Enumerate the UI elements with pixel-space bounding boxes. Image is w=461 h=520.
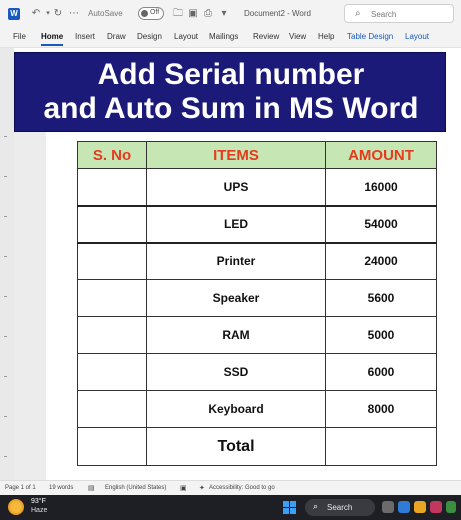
tab-mailings[interactable]: Mailings xyxy=(209,32,238,41)
serial-cell[interactable] xyxy=(77,168,147,206)
tab-table-design[interactable]: Table Design xyxy=(347,32,393,41)
tab-help[interactable]: Help xyxy=(318,32,334,41)
weather-description[interactable]: Haze xyxy=(31,507,47,514)
item-cell[interactable]: RAM xyxy=(146,316,326,354)
tab-design[interactable]: Design xyxy=(137,32,162,41)
autosave-state: Off xyxy=(150,9,160,16)
file-explorer-icon[interactable] xyxy=(414,501,426,513)
document-title: Document2 - Word xyxy=(244,9,311,18)
item-cell[interactable]: Printer xyxy=(146,241,326,280)
title-banner: Add Serial number and Auto Sum in MS Wor… xyxy=(14,52,446,132)
autosave-toggle[interactable]: Off xyxy=(138,7,164,20)
text-predictions-icon[interactable]: ▣ xyxy=(180,484,187,492)
table-row: Keyboard 8000 xyxy=(77,390,437,428)
serial-cell[interactable] xyxy=(77,316,147,354)
item-cell[interactable]: Speaker xyxy=(146,279,326,317)
table-row: Printer 24000 xyxy=(77,241,437,280)
serial-cell[interactable] xyxy=(77,279,147,317)
word-count[interactable]: 19 words xyxy=(49,485,73,491)
search-icon: ⌕ xyxy=(313,501,319,511)
table-row: LED 54000 xyxy=(77,204,437,243)
serial-cell[interactable] xyxy=(77,390,147,428)
serial-cell[interactable] xyxy=(77,204,147,243)
app-icon[interactable] xyxy=(446,501,456,513)
autosave-label: AutoSave xyxy=(88,9,123,18)
taskbar-search[interactable]: ⌕ Search xyxy=(305,499,375,516)
header-serial-no[interactable]: S. No xyxy=(77,141,147,169)
banner-line-1: Add Serial number xyxy=(97,58,365,91)
amount-cell[interactable]: 5600 xyxy=(325,279,437,317)
header-items[interactable]: ITEMS xyxy=(146,141,326,169)
status-bar: Page 1 of 1 19 words ▤ English (United S… xyxy=(0,480,461,495)
windows-start-icon[interactable] xyxy=(283,501,296,514)
table-row: RAM 5000 xyxy=(77,316,437,354)
tab-layout[interactable]: Layout xyxy=(174,32,198,41)
total-amount-cell[interactable] xyxy=(325,427,437,466)
search-box[interactable]: ⌕ xyxy=(344,4,454,23)
item-cell[interactable]: UPS xyxy=(146,168,326,206)
total-serial-cell[interactable] xyxy=(77,427,147,466)
header-amount[interactable]: AMOUNT xyxy=(325,141,437,169)
item-cell[interactable]: Keyboard xyxy=(146,390,326,428)
language-status[interactable]: English (United States) xyxy=(105,485,166,491)
taskbar-search-label: Search xyxy=(327,503,353,512)
table-row: UPS 16000 xyxy=(77,168,437,206)
amount-cell[interactable]: 54000 xyxy=(325,204,437,243)
page-margin xyxy=(14,130,46,480)
serial-cell[interactable] xyxy=(77,241,147,280)
items-table[interactable]: S. No ITEMS AMOUNT UPS 16000 LED 54000 P… xyxy=(77,141,437,466)
tab-review[interactable]: Review xyxy=(253,32,279,41)
tab-insert[interactable]: Insert xyxy=(75,32,95,41)
folder-icon[interactable]: 🗀 xyxy=(172,8,184,20)
redo-icon[interactable]: ↻ xyxy=(52,8,64,20)
tab-table-layout[interactable]: Layout xyxy=(405,32,429,41)
tab-file[interactable]: File xyxy=(13,32,26,41)
table-row: SSD 6000 xyxy=(77,353,437,391)
total-row: Total xyxy=(77,427,437,466)
amount-cell[interactable]: 16000 xyxy=(325,168,437,206)
total-label[interactable]: Total xyxy=(146,427,326,466)
task-view-icon[interactable] xyxy=(382,501,394,513)
table-row: Speaker 5600 xyxy=(77,279,437,317)
amount-cell[interactable]: 6000 xyxy=(325,353,437,391)
amount-cell[interactable]: 8000 xyxy=(325,390,437,428)
weather-temperature[interactable]: 93°F xyxy=(31,498,46,505)
toggle-knob xyxy=(141,10,148,17)
edge-icon[interactable] xyxy=(398,501,410,513)
word-logo-icon[interactable]: W xyxy=(8,8,20,20)
page-count[interactable]: Page 1 of 1 xyxy=(5,485,36,491)
serial-cell[interactable] xyxy=(77,353,147,391)
tab-home[interactable]: Home xyxy=(41,32,64,46)
accessibility-status[interactable]: Accessibility: Good to go xyxy=(209,485,275,491)
item-cell[interactable]: SSD xyxy=(146,353,326,391)
tab-draw[interactable]: Draw xyxy=(107,32,126,41)
save-icon[interactable]: ▣ xyxy=(187,8,199,20)
item-cell[interactable]: LED xyxy=(146,204,326,243)
print-icon[interactable]: ⎙ xyxy=(202,8,214,20)
accessibility-icon: ✦ xyxy=(199,485,205,492)
search-icon: ⌕ xyxy=(355,8,361,19)
amount-cell[interactable]: 24000 xyxy=(325,241,437,280)
undo-icon[interactable]: ↶ xyxy=(30,8,42,20)
ribbon-tabs: File Home Insert Draw Design Layout Mail… xyxy=(0,28,461,48)
title-bar: W ↶ ▾ ↻ ⋯ AutoSave Off 🗀 ▣ ⎙ ▾ Document2… xyxy=(0,0,461,28)
vertical-ruler xyxy=(2,96,10,480)
weather-icon[interactable] xyxy=(8,499,24,515)
banner-line-2: and Auto Sum in MS Word xyxy=(43,92,419,125)
customize-quick-access-icon[interactable]: ⋯ xyxy=(68,8,80,20)
table-header-row: S. No ITEMS AMOUNT xyxy=(77,141,437,169)
store-icon[interactable] xyxy=(430,501,442,513)
search-input[interactable] xyxy=(371,8,449,20)
proofing-icon[interactable]: ▤ xyxy=(88,484,95,492)
amount-cell[interactable]: 5000 xyxy=(325,316,437,354)
tab-view[interactable]: View xyxy=(289,32,306,41)
more-icon[interactable]: ▾ xyxy=(218,8,230,20)
taskbar: 93°F Haze ⌕ Search xyxy=(0,495,461,520)
